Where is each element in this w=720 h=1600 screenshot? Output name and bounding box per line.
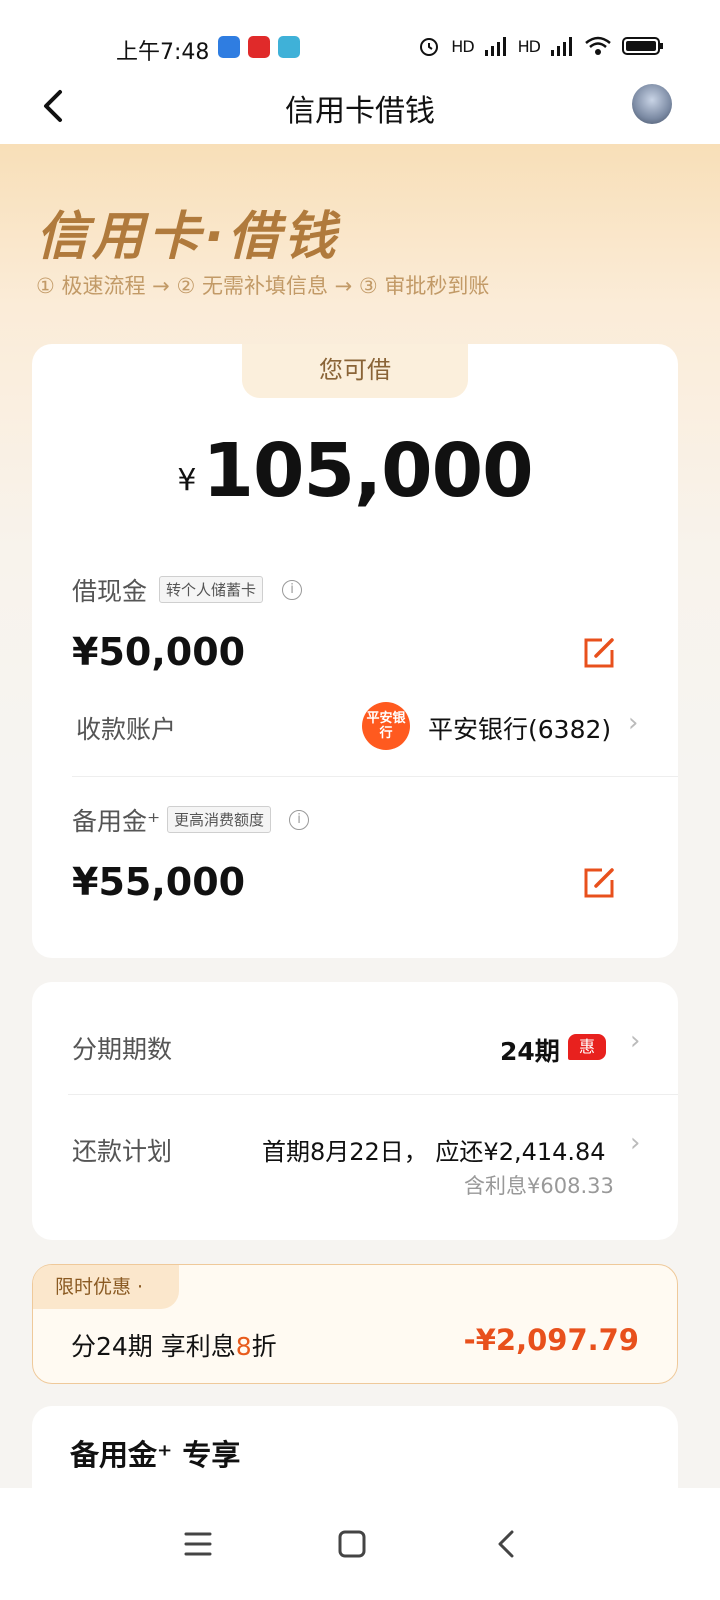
wifi-icon — [585, 36, 611, 55]
hero-steps: ① 极速流程 → ② 无需补填信息 → ③ 审批秒到账 — [36, 274, 490, 298]
page-title: 信用卡借钱 — [285, 94, 435, 129]
period-label: 分期期数 — [72, 1035, 173, 1064]
chevron-right-icon[interactable]: › — [630, 1128, 640, 1158]
loan-amount-card: 您可借 ¥105,000 借现金 转个人储蓄卡 i ¥50,000 收款账户 平… — [32, 344, 678, 958]
promo-discount-amount: -¥2,097.79 — [463, 1323, 639, 1357]
account-label: 收款账户 — [76, 715, 177, 744]
promo-tag: 限时优惠 · — [33, 1265, 179, 1309]
plan-label: 还款计划 — [72, 1137, 173, 1166]
edit-icon[interactable] — [582, 636, 616, 670]
cash-amount: ¥50,000 — [72, 630, 246, 674]
alarm-icon — [420, 38, 439, 56]
reserve-tag: 更高消费额度 — [167, 806, 272, 833]
bank-account-name[interactable]: 平安银行(6382) — [428, 710, 611, 746]
reserve-amount: ¥55,000 — [72, 860, 246, 904]
signal-2-hd-label: HD — [517, 36, 541, 56]
promo-highlight: 8 — [235, 1332, 252, 1361]
promo-text-prefix: 分24期 享利息 — [71, 1332, 236, 1361]
chevron-right-icon[interactable]: › — [628, 708, 638, 738]
promo-text: 分24期 享利息8折 — [71, 1327, 277, 1363]
app-notification-icon — [278, 36, 300, 58]
app-notification-icon — [218, 36, 240, 58]
nav-bar: 信用卡借钱 — [0, 68, 720, 144]
system-nav-bar — [0, 1488, 720, 1600]
discount-badge: 惠 — [568, 1034, 606, 1060]
plan-value[interactable]: 首期8月22日， 应还¥2,414.84 — [262, 1132, 606, 1167]
signal-icon — [484, 37, 506, 56]
status-indicators: HD HD — [417, 34, 664, 58]
plan-interest: 含利息¥608.33 — [464, 1174, 614, 1198]
installment-card: 分期期数 24期 惠 › 还款计划 首期8月22日， 应还¥2,414.84 ›… — [32, 982, 678, 1240]
reserve-label: 备用金⁺ — [72, 807, 161, 836]
period-value[interactable]: 24期 — [500, 1032, 560, 1068]
signal-1-hd-label: HD — [451, 36, 474, 56]
app-notification-icon — [248, 36, 270, 58]
menu-icon[interactable] — [176, 1522, 220, 1566]
status-app-icons — [218, 36, 300, 58]
info-icon[interactable]: i — [289, 810, 309, 830]
info-icon[interactable]: i — [282, 580, 302, 600]
bank-logo: 平安银行 — [362, 702, 410, 750]
avatar[interactable] — [632, 84, 672, 124]
divider — [68, 1094, 678, 1095]
promo-text-suffix: 折 — [251, 1332, 277, 1361]
total-available-amount: ¥105,000 — [32, 428, 678, 514]
currency-symbol: ¥ — [177, 463, 197, 498]
back-icon[interactable] — [484, 1522, 528, 1566]
signal-icon — [551, 37, 572, 56]
exclusive-title: 备用金⁺ 专享 — [70, 1438, 241, 1472]
home-square-icon[interactable] — [330, 1522, 374, 1566]
chevron-right-icon[interactable]: › — [630, 1026, 640, 1056]
cash-label: 借现金 — [72, 577, 148, 606]
total-amount-value: 105,000 — [202, 428, 534, 514]
divider — [72, 776, 678, 777]
hero-title: 信用卡·借钱 — [36, 207, 340, 267]
edit-icon[interactable] — [582, 866, 616, 900]
promo-banner: 限时优惠 · 分24期 享利息8折 -¥2,097.79 — [32, 1264, 678, 1384]
available-tab: 您可借 — [242, 344, 468, 398]
battery-icon — [622, 37, 663, 55]
status-time: 上午7:48 — [116, 40, 210, 65]
cash-tag: 转个人储蓄卡 — [159, 576, 264, 603]
